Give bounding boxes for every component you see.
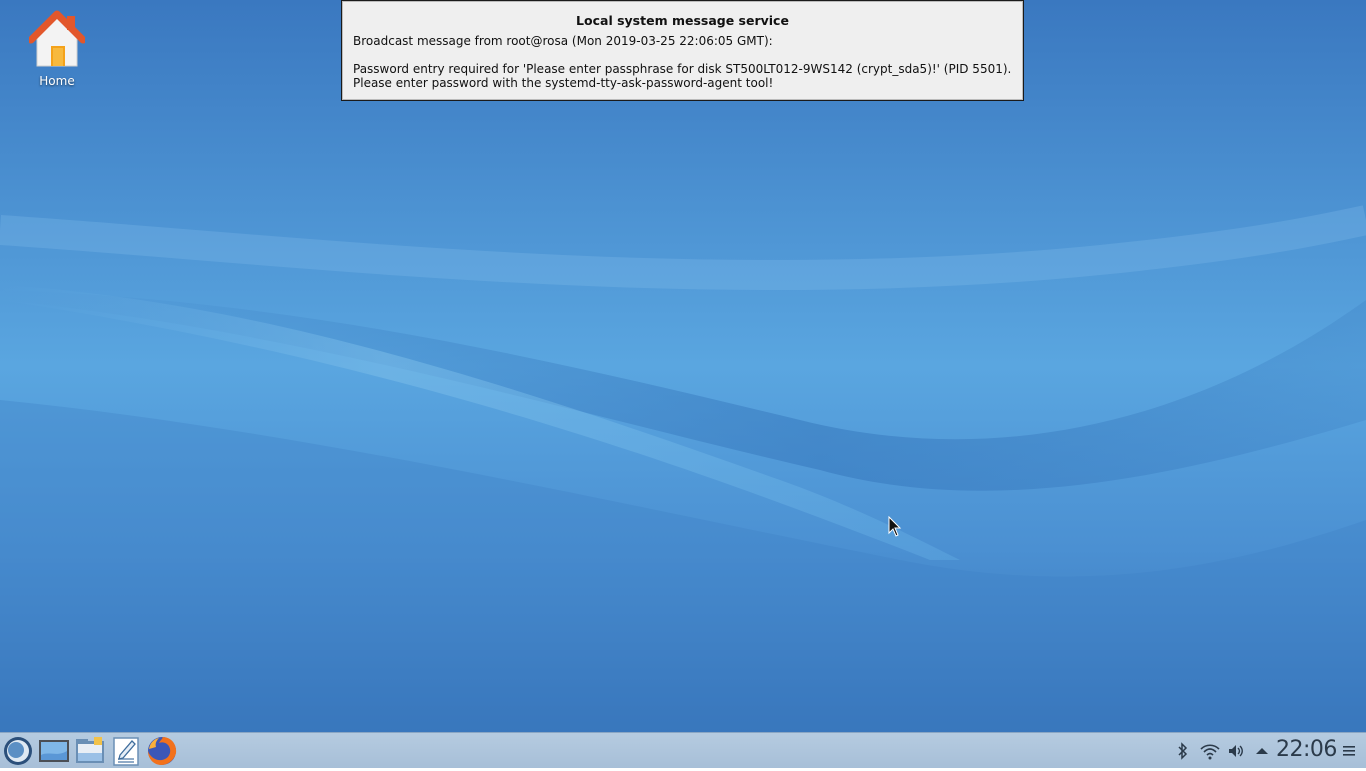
desktop-icon — [39, 740, 69, 762]
firefox-button[interactable] — [146, 735, 178, 767]
desktop-icon-home[interactable]: Home — [22, 8, 92, 88]
home-folder-icon — [29, 10, 85, 67]
broadcast-message-dialog: Local system message service Broadcast m… — [341, 0, 1024, 101]
dialog-title: Local system message service — [576, 13, 789, 28]
panel-menu-button[interactable] — [1342, 733, 1356, 769]
volume-tray-item[interactable] — [1227, 733, 1245, 769]
wifi-tray-item[interactable] — [1199, 733, 1221, 769]
text-editor-button[interactable] — [110, 735, 142, 767]
clock[interactable]: 22:06 — [1276, 737, 1337, 762]
desktop-icon-label: Home — [39, 74, 75, 88]
menu-icon — [1343, 746, 1355, 756]
file-manager-icon — [76, 737, 104, 763]
wallpaper — [0, 205, 1366, 732]
password-required-line: Password entry required for 'Please ente… — [353, 62, 1012, 76]
text-editor-icon — [113, 737, 139, 766]
broadcast-line: Broadcast message from root@rosa (Mon 20… — [353, 34, 773, 48]
mouse-cursor-icon — [888, 516, 902, 537]
taskbar: 22:06 — [0, 732, 1366, 768]
expand-tray-button[interactable] — [1255, 733, 1269, 769]
password-agent-line: Please enter password with the systemd-t… — [353, 76, 774, 90]
rosa-launcher-icon — [4, 737, 32, 765]
wifi-icon — [1200, 744, 1220, 760]
application-menu-button[interactable] — [2, 735, 34, 767]
expand-tray-icon — [1256, 748, 1268, 754]
volume-icon — [1229, 745, 1243, 757]
show-desktop-button[interactable] — [38, 735, 70, 767]
desktop: Home Local system message service Broadc… — [0, 0, 1366, 732]
bluetooth-tray-item[interactable] — [1176, 733, 1190, 769]
firefox-icon — [148, 737, 177, 765]
file-manager-button[interactable] — [74, 735, 106, 767]
bluetooth-icon — [1178, 742, 1188, 760]
